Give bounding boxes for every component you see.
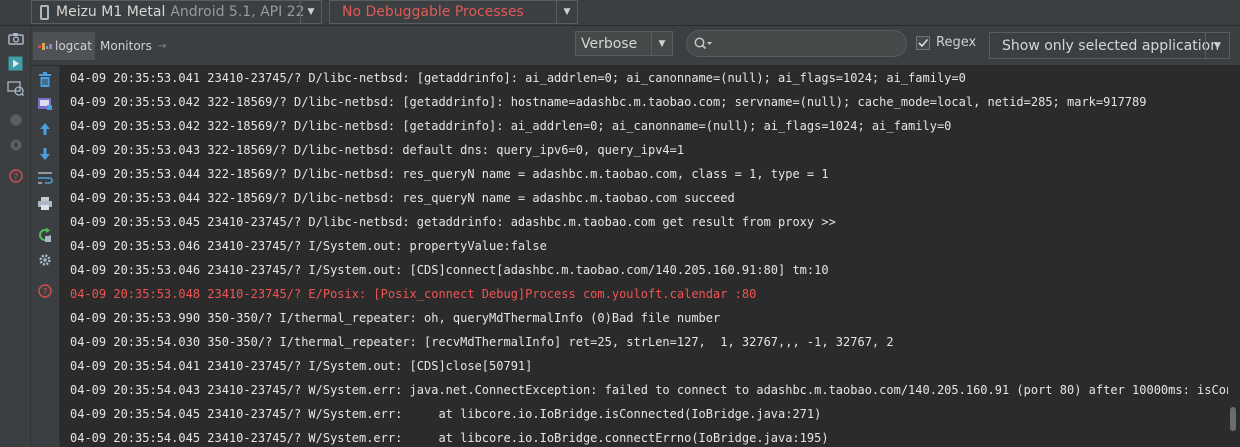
screen-record-icon[interactable]	[7, 81, 24, 96]
log-line: 04-09 20:35:53.990 350-350/? I/thermal_r…	[70, 311, 721, 325]
log-line: 04-09 20:35:54.045 23410-23745/? W/Syste…	[70, 431, 829, 445]
log-line: 04-09 20:35:53.046 23410-23745/? I/Syste…	[70, 239, 547, 253]
regex-checkbox[interactable]: Regex	[916, 35, 976, 50]
log-line: 04-09 20:35:54.043 23410-23745/? W/Syste…	[70, 383, 1228, 397]
restart-icon[interactable]	[37, 227, 53, 243]
log-line: 04-09 20:35:54.030 350-350/? I/thermal_r…	[70, 335, 894, 349]
vertical-scrollbar[interactable]	[1228, 66, 1240, 447]
process-selector[interactable]: No Debuggable Processes ▼	[329, 0, 578, 24]
gc-icon[interactable]	[7, 137, 24, 152]
chevron-down-icon[interactable]: ▼	[300, 1, 321, 23]
run-icon[interactable]	[7, 56, 24, 71]
log-line: 04-09 20:35:53.044 322-18569/? D/libc-ne…	[70, 191, 735, 205]
tab-logcat[interactable]: logcat	[33, 32, 95, 60]
search-input[interactable]	[686, 30, 907, 57]
stop-icon[interactable]	[7, 112, 24, 127]
scrollbar-thumb[interactable]	[1230, 407, 1236, 431]
down-arrow-icon[interactable]	[37, 146, 53, 162]
phone-icon	[40, 4, 49, 20]
device-toolbar: Meizu M1 Metal Android 5.1, API 22 ▼ No …	[0, 0, 1240, 26]
log-line: 04-09 20:35:53.046 23410-23745/? I/Syste…	[70, 263, 829, 277]
pin-icon[interactable]: →	[158, 41, 166, 52]
process-label: No Debuggable Processes	[342, 4, 524, 20]
help-icon[interactable]: ?	[7, 168, 24, 183]
svg-text:?: ?	[43, 288, 48, 298]
logcat-side-toolbar: ?	[31, 66, 60, 447]
log-line: 04-09 20:35:54.041 23410-23745/? I/Syste…	[70, 359, 533, 373]
checkbox-icon[interactable]	[916, 35, 930, 50]
tab-monitors-label: Monitors	[100, 39, 152, 53]
help-icon[interactable]: ?	[37, 283, 53, 299]
log-line-error: 04-09 20:35:53.048 23410-23745/? E/Posix…	[70, 287, 757, 301]
log-line: 04-09 20:35:53.043 322-18569/? D/libc-ne…	[70, 143, 685, 157]
app-filter-value: Show only selected application	[1002, 37, 1220, 54]
up-arrow-icon[interactable]	[37, 121, 53, 137]
log-level-selector[interactable]: Verbose ▼	[575, 31, 673, 56]
print-icon[interactable]	[37, 195, 53, 211]
regex-label: Regex	[936, 35, 977, 50]
chevron-down-icon[interactable]: ▼	[1205, 33, 1229, 58]
log-level-value: Verbose	[581, 35, 638, 52]
logcat-output[interactable]: 04-09 20:35:53.041 23410-23745/? D/libc-…	[60, 66, 1228, 447]
camera-icon[interactable]	[7, 31, 24, 46]
device-name: Meizu M1 Metal	[56, 4, 166, 20]
app-filter-selector[interactable]: Show only selected application ▼	[989, 32, 1230, 59]
chevron-down-icon[interactable]: ▼	[556, 1, 577, 23]
svg-text:?: ?	[13, 172, 18, 182]
log-line: 04-09 20:35:53.042 322-18569/? D/libc-ne…	[70, 95, 1147, 109]
clear-logcat-icon[interactable]	[37, 72, 53, 88]
log-line: 04-09 20:35:54.045 23410-23745/? W/Syste…	[70, 407, 822, 421]
log-line: 04-09 20:35:53.041 23410-23745/? D/libc-…	[70, 71, 966, 85]
log-line: 04-09 20:35:53.042 322-18569/? D/libc-ne…	[70, 119, 952, 133]
device-selector[interactable]: Meizu M1 Metal Android 5.1, API 22 ▼	[31, 0, 322, 24]
left-tool-strip: ?	[0, 26, 31, 447]
screenshot-icon[interactable]	[37, 96, 53, 112]
search-icon	[694, 37, 712, 50]
tab-monitors[interactable]: Monitors →	[95, 32, 171, 60]
log-line: 04-09 20:35:53.044 322-18569/? D/libc-ne…	[70, 167, 829, 181]
tab-logcat-label: logcat	[55, 39, 92, 53]
logcat-icon	[38, 41, 52, 51]
logcat-toolbar: logcat Monitors → Verbose ▼ Regex Show o…	[31, 26, 1240, 66]
log-line: 04-09 20:35:53.045 23410-23745/? D/libc-…	[70, 215, 836, 229]
settings-icon[interactable]	[37, 252, 53, 268]
chevron-down-icon[interactable]: ▼	[651, 32, 672, 55]
soft-wraps-icon[interactable]	[37, 170, 53, 186]
device-api: Android 5.1, API 22	[170, 4, 305, 20]
